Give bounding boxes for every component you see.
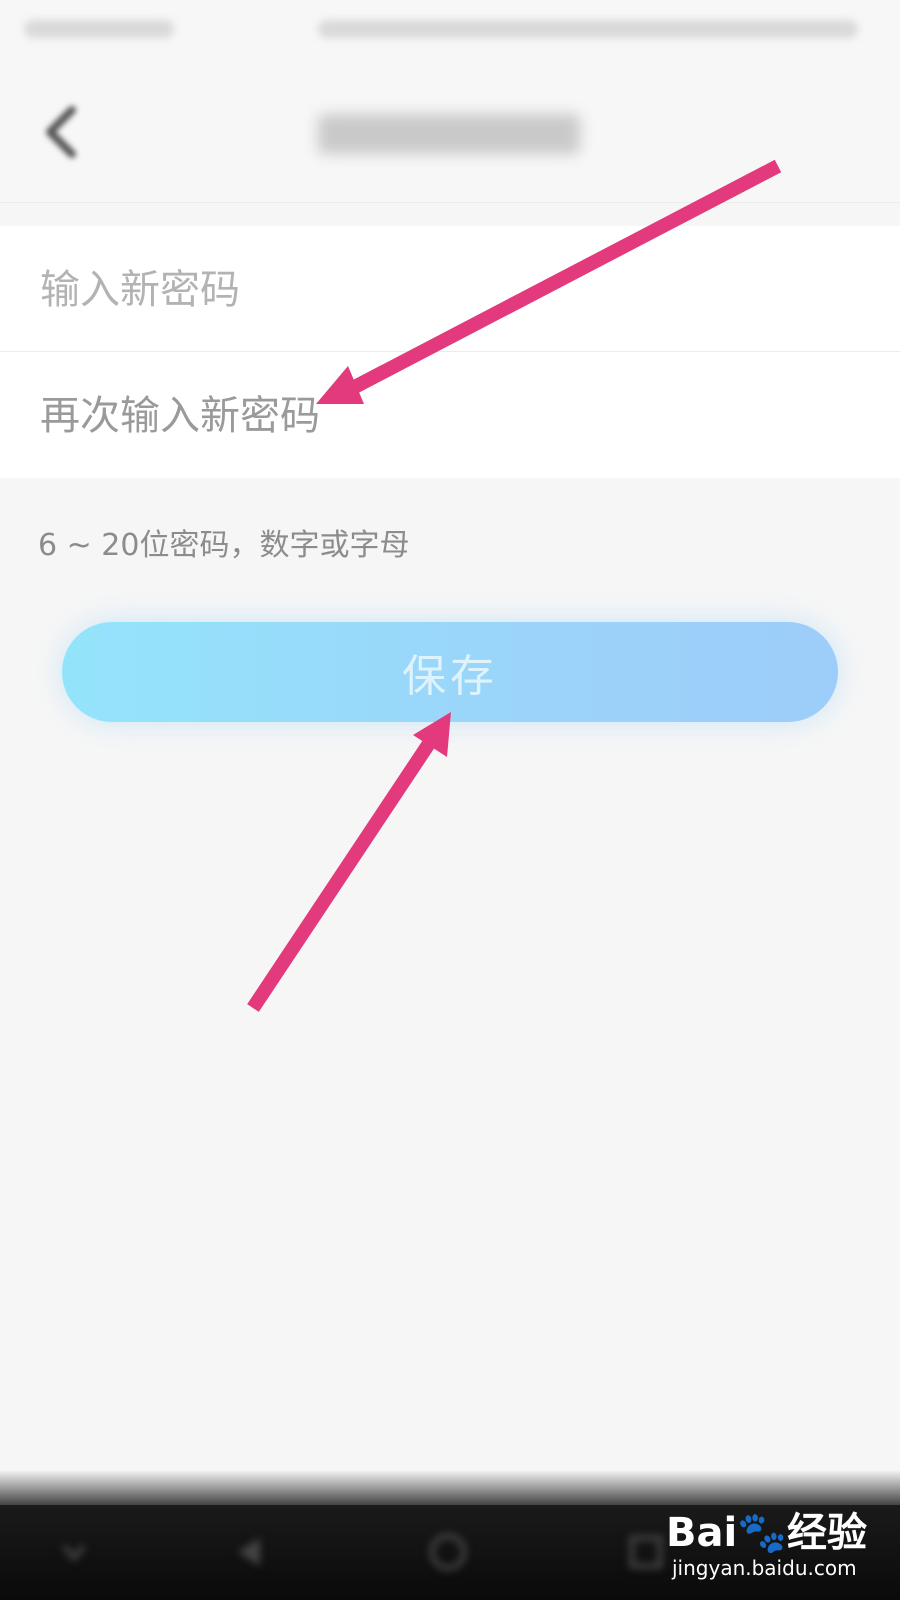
recents-nav-icon[interactable] [622,1528,670,1576]
carrier-text-blurred [24,20,174,38]
status-bar [0,0,900,62]
menu-nav-icon[interactable] [50,1528,98,1576]
page-title-blurred [318,114,580,154]
save-button[interactable]: 保存 [62,622,838,722]
back-arrow-icon[interactable] [34,102,94,162]
home-nav-icon[interactable] [424,1528,472,1576]
password-hint: 6 ~ 20位密码，数字或字母 [38,528,410,563]
watermark-url: jingyan.baidu.com [672,1556,857,1580]
arrow-to-save-button [247,712,451,1012]
back-nav-icon[interactable] [226,1528,274,1576]
top-app-bar [0,62,900,203]
confirm-password-input[interactable] [38,382,862,450]
password-form [0,226,900,478]
watermark-logo: Bai🐾经验 [666,1510,867,1556]
new-password-row [0,226,900,352]
status-icons-blurred [318,20,858,38]
new-password-input[interactable] [38,256,862,324]
confirm-password-row [0,352,900,478]
baidu-jingyan-watermark: Bai🐾经验 jingyan.baidu.com [666,1496,867,1586]
